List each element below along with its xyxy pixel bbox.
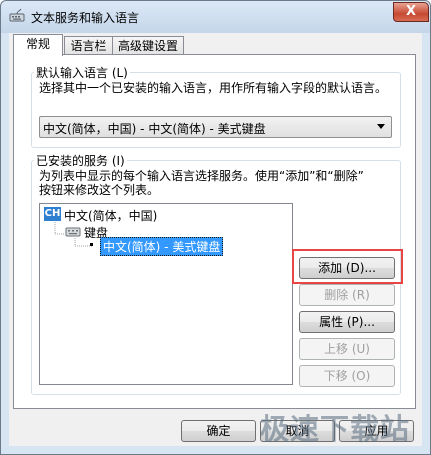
keyboard-icon — [65, 227, 81, 237]
tab-advanced-key-settings[interactable]: 高级键设置 — [112, 36, 184, 55]
close-button[interactable]: X — [393, 2, 429, 22]
properties-button[interactable]: 属性 (P)... — [299, 311, 395, 333]
bullet-icon — [90, 243, 93, 246]
tab-general[interactable]: 常规 — [13, 34, 63, 56]
keyboard-icon — [9, 8, 25, 22]
highlight-box — [292, 249, 403, 284]
move-up-button[interactable]: 上移 (U) — [299, 338, 395, 360]
default-language-description: 选择其中一个已安装的输入语言，用作所有输入字段的默认语言。 — [39, 81, 388, 95]
tree-item-service-selected[interactable]: 中文(简体) - 美式键盘 — [100, 237, 224, 256]
installed-services-description-line1: 为列表中显示的每个输入语言选择服务。使用“添加”和“删除” — [39, 169, 364, 183]
move-down-button[interactable]: 下移 (O) — [299, 365, 395, 387]
chevron-down-icon — [377, 124, 385, 129]
tab-language-bar[interactable]: 语言栏 — [64, 36, 113, 55]
window-title: 文本服务和输入语言 — [31, 11, 140, 25]
installed-services-label: 已安装的服务 (I) — [34, 152, 127, 169]
installed-services-description-line2: 按钮来修改这个列表。 — [39, 183, 160, 197]
ok-button[interactable]: 确定 — [181, 420, 256, 442]
title-bar[interactable]: 文本服务和输入语言 X — [1, 1, 430, 33]
services-tree[interactable]: CH 中文(简体，中国) 键盘 中文(简体) - 美式键盘 — [39, 203, 293, 385]
watermark-text: 极速下载站 — [260, 412, 411, 446]
default-language-select[interactable]: 中文(简体，中国) - 中文(简体) - 美式键盘 — [39, 116, 392, 138]
language-badge-icon: CH — [44, 207, 61, 221]
default-language-label: 默认输入语言 (L) — [34, 64, 130, 81]
default-language-value: 中文(简体，中国) - 中文(简体) - 美式键盘 — [43, 122, 266, 136]
remove-button[interactable]: 删除 (R) — [299, 284, 395, 306]
